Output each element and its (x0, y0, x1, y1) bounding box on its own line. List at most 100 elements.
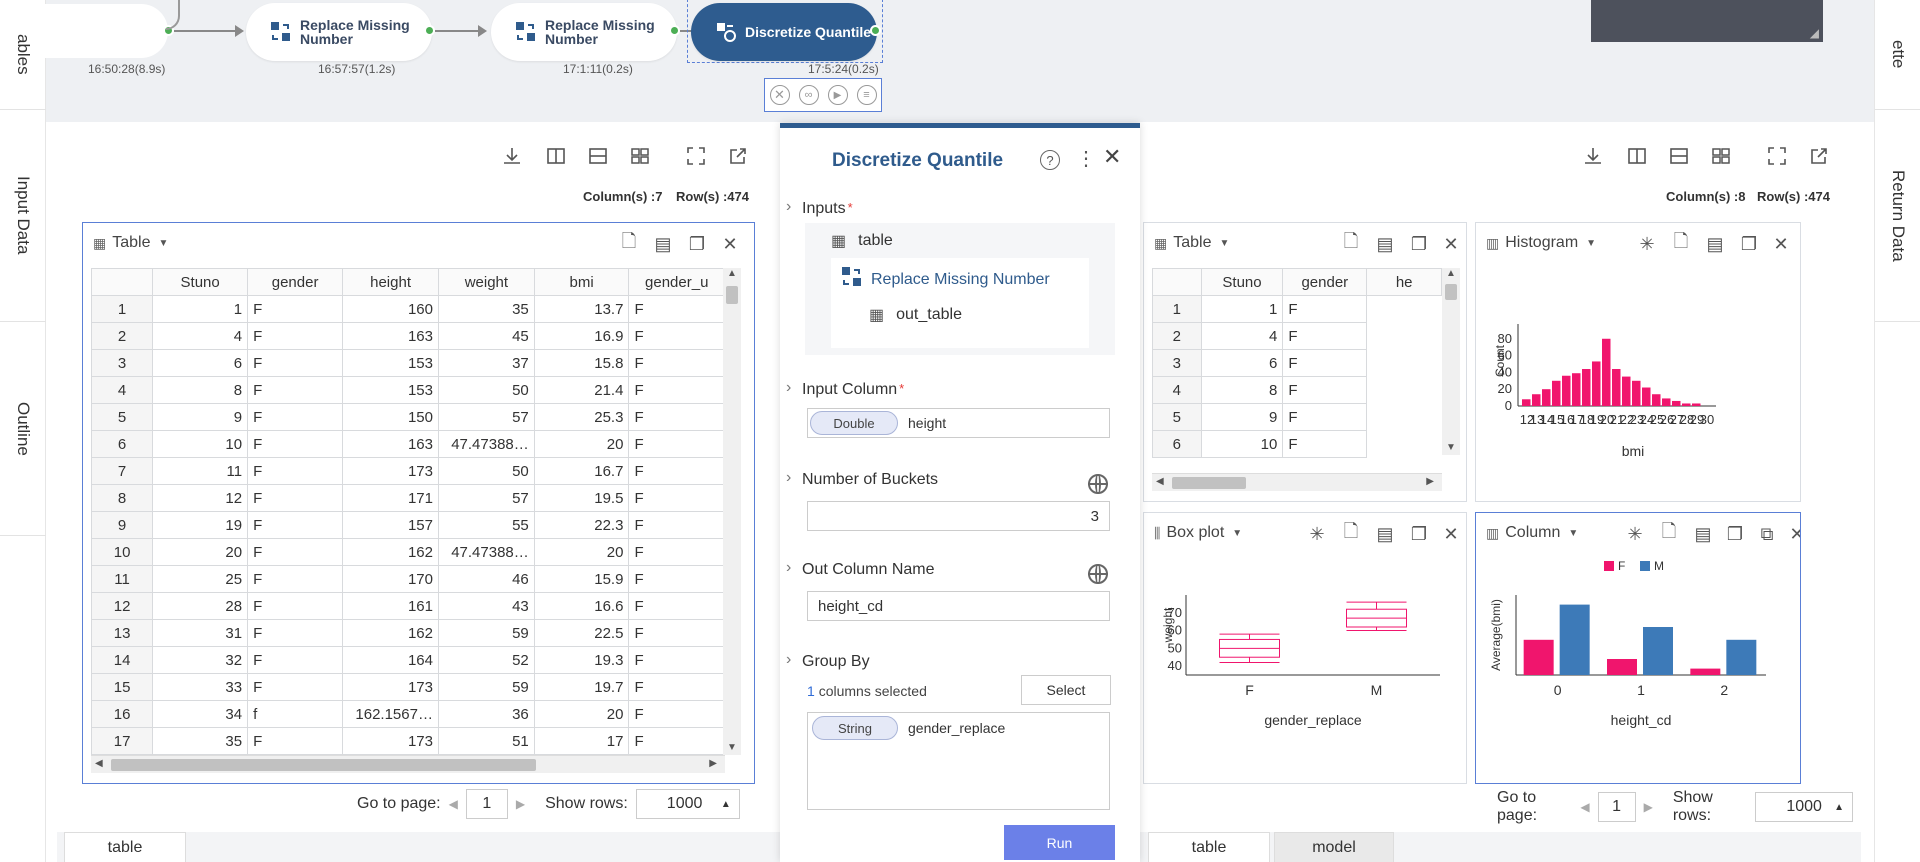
card-header[interactable]: ▦ Table ▼ (83, 223, 168, 263)
table-row[interactable]: 14 32 F 164 52 19.3 F (91, 646, 725, 674)
table-row[interactable]: 4 8 F 153 50 21.4 F (91, 376, 725, 404)
table-row[interactable]: 36F (1152, 349, 1442, 377)
data-grid[interactable]: Stuno gender he 1 1 F 2 4 F 3 6 F 4 8 F 5 9 F 6 10 F (1152, 268, 1442, 473)
grid-layout-icon[interactable] (627, 143, 653, 169)
out-column-input[interactable]: height_cd (807, 591, 1110, 621)
copy-icon[interactable]: ❐ (686, 233, 708, 255)
table-row[interactable]: 15 33 F 173 59 19.7 F (91, 673, 725, 701)
column-header[interactable]: Stuno (1200, 268, 1284, 296)
scroll-down-icon[interactable]: ▼ (727, 742, 737, 753)
vertical-scrollbar[interactable]: ▲ ▼ (1442, 268, 1460, 455)
table-row[interactable]: 8 12 F 171 57 19.5 F (91, 484, 725, 512)
split-vertical-icon[interactable] (1624, 143, 1650, 169)
table-row[interactable]: 1 1 F 160 35 13.7 F (91, 295, 725, 323)
histogram-chart[interactable]: 8060402001213141516171819202122232425262… (1476, 263, 1800, 501)
close-icon[interactable]: ✕ (1440, 523, 1462, 545)
table-row[interactable]: 10 20 F 162 47.47388… 20 F (91, 538, 725, 566)
grid-layout-icon[interactable] (1708, 143, 1734, 169)
table-row[interactable]: 2 4 F 163 45 16.9 F (91, 322, 725, 350)
side-tab-palette[interactable]: ette (1875, 0, 1920, 110)
table-row[interactable]: 5 9 F 150 57 25.3 F (91, 403, 725, 431)
tab-table-right[interactable]: table (1148, 832, 1270, 862)
side-tab-return-data[interactable]: Return Data (1875, 110, 1920, 322)
column-header[interactable]: gender_u (628, 268, 725, 296)
close-icon[interactable]: ✕ (719, 233, 741, 255)
data-grid[interactable]: Stuno gender height weight bmi gender_u 1 1 F 16… (91, 268, 725, 755)
close-icon[interactable]: ✕ (1103, 144, 1121, 170)
buckets-input[interactable]: 3 (807, 501, 1110, 531)
card-header[interactable]: ⫼ Box plot ▼ (1144, 513, 1242, 553)
globe-icon[interactable] (1088, 564, 1108, 584)
chart-config-icon[interactable]: ✳ (1624, 523, 1646, 545)
table-row[interactable]: 48F (1152, 376, 1442, 404)
tab-table-left[interactable]: table (64, 832, 186, 862)
table-row[interactable]: 13 31 F 162 59 22.5 F (91, 619, 725, 647)
link-icon[interactable]: ∞ (798, 85, 819, 105)
tree-item-replace-missing[interactable]: Replace Missing Number (841, 266, 1050, 293)
table-settings-icon[interactable]: ▤ (652, 233, 674, 255)
horizontal-scrollbar[interactable]: ◀ ▶ (91, 755, 725, 773)
export-file-icon[interactable]: 🗋 (1670, 231, 1692, 255)
inputs-section[interactable]: Inputs* (786, 198, 853, 218)
chevron-down-icon[interactable]: ▼ (1219, 238, 1229, 249)
flow-canvas[interactable]: 16:50:28(8.9s) Replace Missing Number 16… (38, 0, 1874, 122)
table-row[interactable]: 7 11 F 173 50 16.7 F (91, 457, 725, 485)
scroll-right-icon[interactable]: ▶ (709, 758, 717, 769)
input-column-field[interactable]: Double height (807, 408, 1110, 438)
table-row[interactable]: 16 34 f 162.1567… 36 20 F (91, 700, 725, 728)
scroll-up-icon[interactable]: ▲ (1446, 268, 1456, 279)
export-file-icon[interactable]: 🗋 (1658, 521, 1680, 545)
table-row[interactable]: 11F (1152, 295, 1442, 323)
flow-node-replace-missing-1[interactable]: Replace Missing Number (246, 3, 432, 61)
flow-node-discretize-quantile[interactable]: Discretize Quantile (691, 3, 877, 61)
prev-page-icon[interactable]: ◀ (1580, 800, 1589, 814)
vertical-scrollbar[interactable]: ▲ ▼ (723, 268, 741, 755)
split-vertical-icon[interactable] (543, 143, 569, 169)
output-port[interactable] (424, 25, 435, 36)
close-icon[interactable]: ✕ (1770, 233, 1792, 255)
split-horizontal-icon[interactable] (585, 143, 611, 169)
chart-config-icon[interactable]: ✳ (1306, 523, 1328, 545)
chevron-down-icon[interactable]: ▼ (1232, 528, 1242, 539)
show-rows-select[interactable]: 1000 ▲ (635, 789, 740, 819)
flow-node-previous[interactable] (38, 4, 168, 58)
close-icon[interactable]: ✕ (1786, 523, 1800, 545)
boxplot-chart[interactable]: 70605040weightF Mgender_replace (1144, 553, 1466, 783)
close-icon[interactable]: ✕ (1440, 233, 1462, 255)
resize-handle-icon[interactable]: ◢ (1810, 26, 1819, 40)
scroll-thumb[interactable] (1445, 284, 1457, 300)
card-header[interactable]: ▦ Table ▼ (1144, 223, 1229, 263)
copy-icon[interactable]: ❐ (1408, 233, 1430, 255)
open-external-icon[interactable] (1806, 143, 1832, 169)
page-input[interactable]: 1 (465, 789, 508, 819)
column-header[interactable]: weight (437, 268, 535, 296)
scroll-left-icon[interactable]: ◀ (1156, 476, 1164, 487)
card-header[interactable]: ▥ Histogram ▼ (1476, 223, 1596, 263)
output-port[interactable] (870, 25, 881, 36)
column-header[interactable]: gender (247, 268, 344, 296)
output-port[interactable] (669, 25, 680, 36)
copy-icon[interactable]: ❐ (1724, 523, 1746, 545)
group-by-section[interactable]: Group By (786, 651, 869, 671)
table-row[interactable]: 24F (1152, 322, 1442, 350)
chevron-down-icon[interactable]: ▼ (1586, 238, 1596, 249)
play-icon[interactable]: ▶ (827, 85, 848, 105)
restore-icon[interactable]: ⧉ (1756, 523, 1778, 545)
globe-icon[interactable] (1088, 474, 1108, 494)
copy-icon[interactable]: ❐ (1738, 233, 1760, 255)
side-tab-input-data[interactable]: Input Data (0, 110, 46, 322)
export-file-icon[interactable]: 🗋 (1340, 521, 1362, 545)
column-header[interactable]: bmi (533, 268, 630, 296)
table-row[interactable]: 6 10 F 163 47.47388… 20 F (91, 430, 725, 458)
column-header[interactable]: he (1366, 268, 1442, 296)
table-settings-icon[interactable]: ▤ (1374, 523, 1396, 545)
group-by-item[interactable]: String gender_replace (810, 716, 1005, 740)
scroll-thumb[interactable] (726, 286, 738, 304)
input-column-section[interactable]: Input Column* (786, 379, 904, 399)
more-options-icon[interactable]: ⋮ (1076, 146, 1096, 171)
stop-icon[interactable]: ✕ (769, 85, 790, 105)
next-page-icon[interactable]: ▶ (516, 797, 525, 811)
help-icon[interactable]: ? (1040, 150, 1060, 170)
download-icon[interactable] (1580, 143, 1606, 169)
table-row[interactable]: 12 28 F 161 43 16.6 F (91, 592, 725, 620)
